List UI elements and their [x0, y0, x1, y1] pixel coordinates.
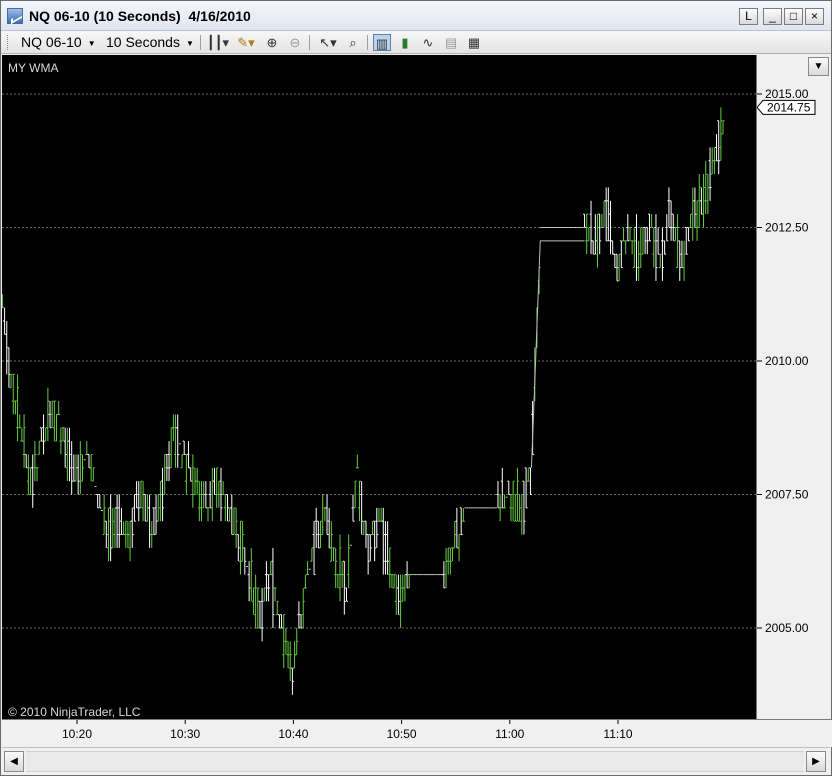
toolbar-grip[interactable] [7, 35, 9, 50]
title-bar[interactable]: NQ 06-10 (10 Seconds) 4/16/2010 L _ □ × [1, 1, 831, 31]
x-tick-label: 10:40 [278, 727, 308, 741]
indicator-label: MY WMA [8, 61, 59, 75]
chart-trader-icon[interactable]: ▥ [373, 34, 391, 51]
x-tick-label: 10:20 [62, 727, 92, 741]
current-price-label: 2014.75 [767, 100, 811, 114]
maximize-button[interactable]: □ [784, 8, 803, 25]
gap-line [530, 240, 585, 468]
toolbar-separator [367, 35, 368, 50]
drawing-pencil-icon[interactable]: ✎▾ [234, 34, 258, 51]
y-tick-label: 2007.50 [765, 488, 809, 502]
horizontal-scrollbar[interactable]: ◀ ▶ [2, 747, 830, 775]
interval-label: 10 Seconds [106, 34, 180, 50]
scroll-right-button[interactable]: ▶ [806, 751, 826, 772]
chevron-down-icon: ▼ [185, 38, 194, 48]
y-tick-label: 2015.00 [765, 87, 809, 101]
copyright-text: © 2010 NinjaTrader, LLC [8, 705, 141, 719]
price-chart-panel[interactable]: MY WMA © 2010 NinjaTrader, LLC [2, 55, 756, 719]
y-tick-label: 2012.50 [765, 221, 809, 235]
cursor-icon[interactable]: ↖▾ [315, 34, 341, 51]
x-tick-label: 11:10 [603, 727, 632, 741]
zoom-out-icon[interactable]: ⊖ [286, 34, 304, 51]
instrument-selector[interactable]: NQ 06-10 ▼ [21, 34, 96, 51]
magnifier-icon[interactable]: ⌕ [344, 34, 362, 51]
chart-toolbar: NQ 06-10 ▼ 10 Seconds ▼ ┃┃▾ ✎▾ ⊕ ⊖ ↖▾ ⌕ ▥ … [1, 31, 831, 54]
chart-window: NQ 06-10 (10 Seconds) 4/16/2010 L _ □ × … [0, 0, 832, 776]
price-chart[interactable] [2, 55, 756, 719]
toolbar-separator [200, 35, 201, 50]
y-tick-label: 2005.00 [765, 621, 809, 635]
line-chart-icon[interactable]: ∿ [419, 34, 437, 51]
data-box-icon[interactable]: ▤ [442, 34, 460, 51]
interval-selector[interactable]: 10 Seconds ▼ [106, 34, 194, 51]
price-axis[interactable]: 2015.00 2012.50 2010.00 2007.50 2005.00 2014.… [756, 55, 831, 719]
close-button[interactable]: × [805, 8, 824, 25]
price-axis-labels: 2015.00 2012.50 2010.00 2007.50 2005.00 2014.… [757, 87, 816, 635]
chart-app-icon [7, 8, 23, 24]
zoom-in-icon[interactable]: ⊕ [263, 34, 281, 51]
x-tick-label: 10:30 [170, 727, 200, 741]
scroll-left-button[interactable]: ◀ [4, 751, 24, 772]
x-tick-label: 10:50 [387, 727, 417, 741]
time-axis-labels: 10:20 10:30 10:40 10:50 11:00 11:10 [62, 720, 633, 741]
x-tick-label: 11:00 [495, 727, 524, 741]
bar-type-icon[interactable]: ┃┃▾ [206, 34, 230, 51]
scrollbar-track[interactable] [26, 751, 804, 772]
properties-icon[interactable]: ▦ [465, 34, 483, 51]
y-tick-label: 2010.00 [765, 354, 809, 368]
chevron-down-icon: ▼ [87, 38, 96, 48]
minimize-button[interactable]: _ [763, 8, 782, 25]
link-button[interactable]: L [739, 8, 758, 25]
time-axis[interactable]: 10:20 10:30 10:40 10:50 11:00 11:10 [2, 719, 832, 747]
scale-dropdown-button[interactable]: ▼ [808, 57, 829, 76]
toolbar-separator [309, 35, 310, 50]
instrument-label: NQ 06-10 [21, 34, 82, 50]
window-title: NQ 06-10 (10 Seconds) 4/16/2010 [29, 8, 251, 24]
candlestick-icon[interactable]: ▮ [396, 34, 414, 51]
